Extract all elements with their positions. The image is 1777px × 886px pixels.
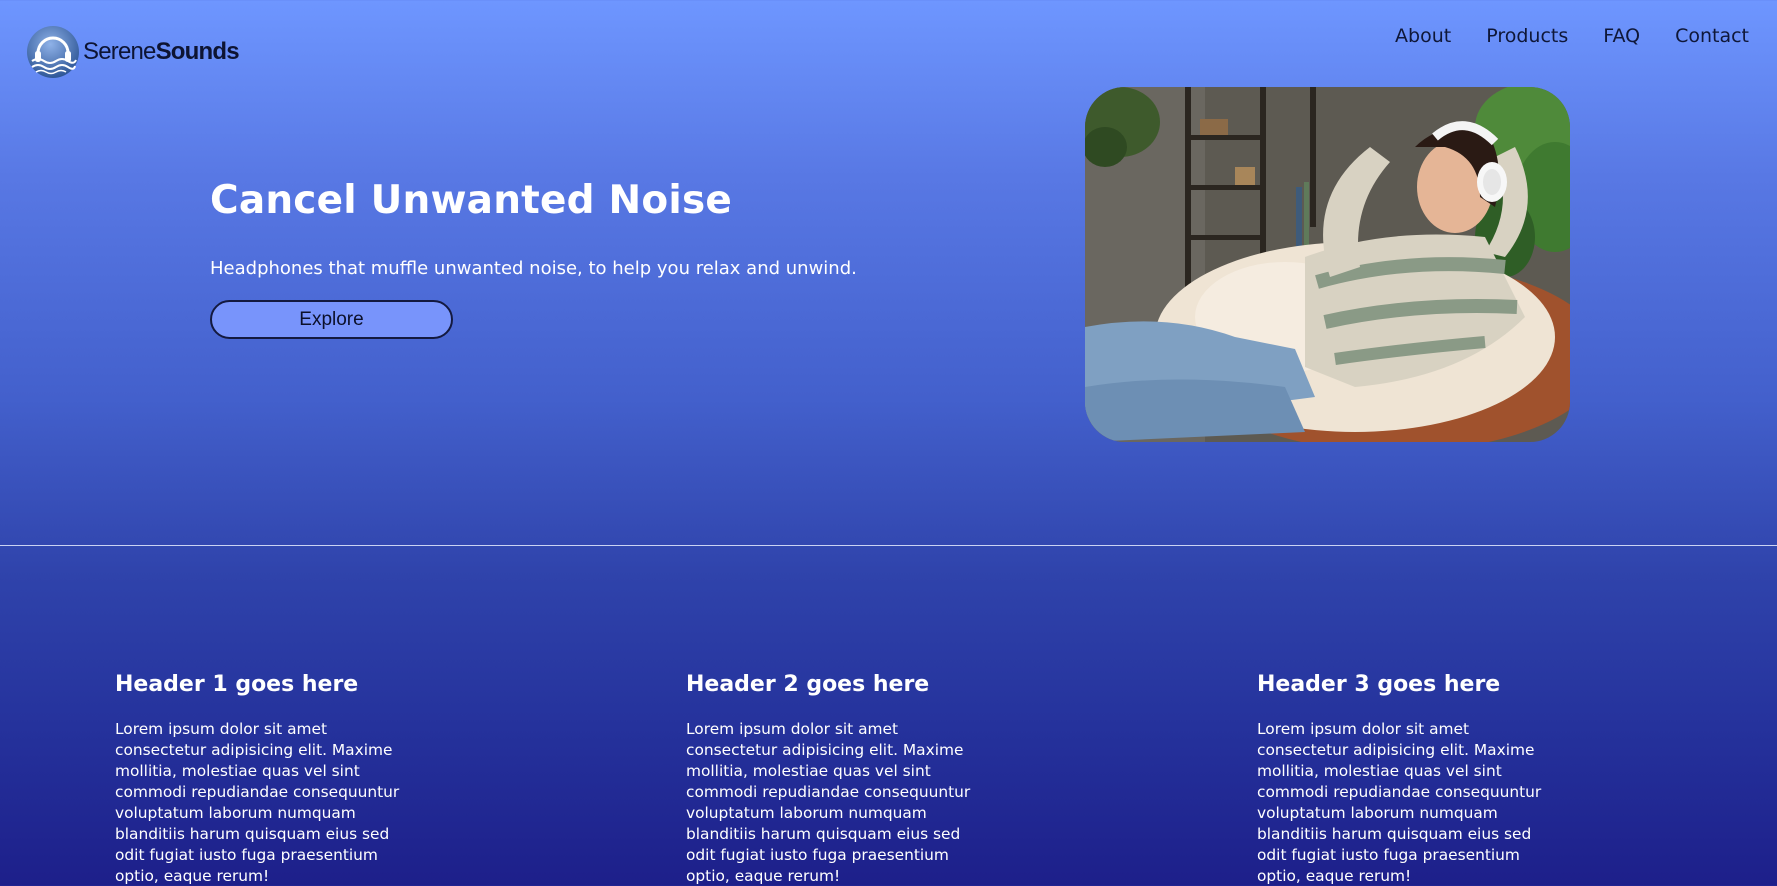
nav-item-about[interactable]: About bbox=[1395, 25, 1451, 47]
landing-page: SereneSounds About Products FAQ Contact … bbox=[0, 0, 1777, 886]
feature-header: Header 2 goes here bbox=[686, 672, 930, 697]
feature-body: Lorem ipsum dolor sit amet consectetur a… bbox=[115, 720, 400, 885]
nav-item-contact[interactable]: Contact bbox=[1675, 25, 1749, 47]
feature-column-2: Header 2 goes here Lorem ipsum dolor sit… bbox=[686, 672, 1006, 886]
brand-name: SereneSounds bbox=[83, 38, 240, 65]
feature-body: Lorem ipsum dolor sit amet consectetur a… bbox=[686, 720, 971, 885]
nav-item-products[interactable]: Products bbox=[1486, 25, 1568, 47]
feature-column-3: Header 3 goes here Lorem ipsum dolor sit… bbox=[1257, 672, 1577, 886]
headphones-waves-icon bbox=[27, 26, 79, 78]
nav-item-faq[interactable]: FAQ bbox=[1603, 25, 1640, 47]
hero-photo-illustration bbox=[1085, 87, 1570, 442]
feature-header: Header 3 goes here bbox=[1257, 672, 1501, 697]
brand-name-regular: Serene bbox=[83, 38, 156, 65]
brand-name-bold: Sounds bbox=[155, 38, 240, 65]
explore-button[interactable]: Explore bbox=[210, 300, 453, 339]
feature-header: Header 1 goes here bbox=[115, 672, 359, 697]
section-divider bbox=[0, 545, 1777, 546]
hero-title: Cancel Unwanted Noise bbox=[210, 178, 733, 223]
feature-column-1: Header 1 goes here Lorem ipsum dolor sit… bbox=[115, 672, 435, 886]
feature-body: Lorem ipsum dolor sit amet consectetur a… bbox=[1257, 720, 1542, 885]
hero-subtitle: Headphones that muffle unwanted noise, t… bbox=[210, 258, 857, 279]
hero-image bbox=[1085, 87, 1570, 442]
brand-logo[interactable]: SereneSounds bbox=[26, 25, 240, 79]
top-nav: About Products FAQ Contact bbox=[1395, 25, 1749, 47]
